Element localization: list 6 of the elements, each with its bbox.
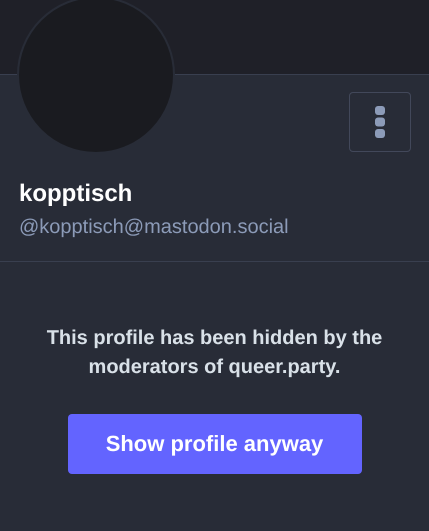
- account-handle: @kopptisch@mastodon.social: [19, 216, 290, 239]
- show-profile-button[interactable]: Show profile anyway: [68, 414, 362, 474]
- hidden-profile-message: This profile has been hidden by the moderators of queer.party.: [46, 326, 384, 380]
- display-name: kopptisch: [19, 180, 134, 208]
- menu-button[interactable]: [349, 92, 411, 152]
- menu-icon: [374, 106, 386, 138]
